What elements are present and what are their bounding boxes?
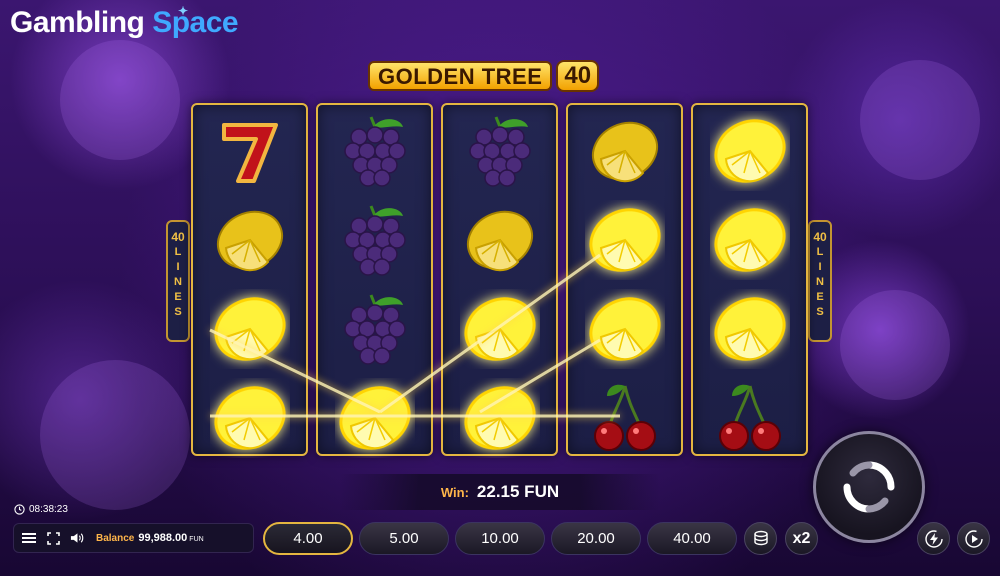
star-icon: ✦ [178, 4, 188, 18]
grapes-symbol [460, 111, 540, 191]
multiplier-button[interactable]: x2 [785, 522, 818, 555]
lemon-glow-symbol [710, 111, 790, 191]
lemon-symbol [585, 111, 665, 191]
bet-option-button[interactable]: 4.00 [263, 522, 353, 555]
lines-letter: S [174, 306, 182, 318]
grapes-symbol [335, 289, 415, 369]
lines-indicator-left: 40 L I N E S [166, 220, 190, 342]
game-title: GOLDEN TREE 40 [368, 60, 600, 92]
lines-letter: L [174, 246, 182, 258]
lines-letter: L [816, 246, 824, 258]
lemon-glow-symbol [710, 289, 790, 369]
coin-stack-icon [753, 530, 768, 545]
game-title-text: GOLDEN TREE [368, 61, 553, 91]
lines-letter: E [816, 291, 824, 303]
balance-currency: FUN [189, 535, 204, 543]
lemon-glow-symbol [585, 289, 665, 369]
grapes-symbol [335, 111, 415, 191]
fullscreen-icon[interactable] [46, 531, 60, 545]
turbo-button[interactable] [917, 522, 950, 555]
speaker-icon[interactable] [70, 531, 84, 545]
lemon-symbol [210, 200, 290, 280]
bet-option-button[interactable]: 20.00 [551, 522, 641, 555]
lemon-glow-symbol [210, 289, 290, 369]
reel-5 [691, 103, 808, 456]
coin-stack-button[interactable] [744, 522, 777, 555]
spin-arrows-icon [843, 461, 895, 513]
lemon-glow-symbol [335, 378, 415, 458]
grapes-symbol [335, 200, 415, 280]
game-title-number: 40 [556, 60, 600, 92]
lemon-glow-symbol [710, 200, 790, 280]
clock: 08:38:23 [14, 504, 68, 515]
bet-option-button[interactable]: 10.00 [455, 522, 545, 555]
brand-logo: Gambling Space ✦ [10, 4, 239, 40]
lines-letter: N [174, 276, 182, 288]
bet-option-button[interactable]: 40.00 [647, 522, 737, 555]
lines-letter: I [818, 261, 822, 273]
win-display: Win: 22.15 FUN [340, 474, 660, 510]
reel-2 [316, 103, 433, 456]
lemon-glow-symbol [460, 378, 540, 458]
info-panel: Balance 99,988.00 FUN [13, 523, 254, 553]
reel-1 [191, 103, 308, 456]
lemon-symbol [460, 200, 540, 280]
lines-count: 40 [813, 230, 827, 244]
multiplier-label: x2 [792, 529, 811, 547]
lines-letter: S [816, 306, 824, 318]
lightning-icon [924, 529, 943, 548]
lines-letter: N [816, 276, 824, 288]
lines-letter: I [176, 261, 180, 273]
win-amount: 22.15 FUN [476, 482, 560, 501]
clock-icon [14, 504, 25, 515]
lemon-glow-symbol [585, 200, 665, 280]
balance-value: 99,988.00 [138, 532, 188, 544]
brand-word-1: Gambling [10, 6, 145, 39]
lines-letter: E [174, 291, 182, 303]
reel-4 [566, 103, 683, 456]
play-icon [964, 529, 983, 548]
lemon-glow-symbol [210, 378, 290, 458]
spin-button[interactable] [813, 431, 925, 543]
autoplay-button[interactable] [957, 522, 990, 555]
cherries-symbol [710, 378, 790, 458]
menu-icon[interactable] [22, 531, 36, 545]
lines-indicator-right: 40 L I N E S [808, 220, 832, 342]
brand-word-2: Space [152, 6, 239, 39]
clock-time: 08:38:23 [29, 504, 68, 515]
seven-symbol [210, 111, 290, 191]
lemon-glow-symbol [460, 289, 540, 369]
win-label: Win: [440, 484, 469, 500]
bet-option-button[interactable]: 5.00 [359, 522, 449, 555]
cherries-symbol [585, 378, 665, 458]
balance-label: Balance [96, 532, 135, 544]
lines-count: 40 [171, 230, 185, 244]
reel-3 [441, 103, 558, 456]
